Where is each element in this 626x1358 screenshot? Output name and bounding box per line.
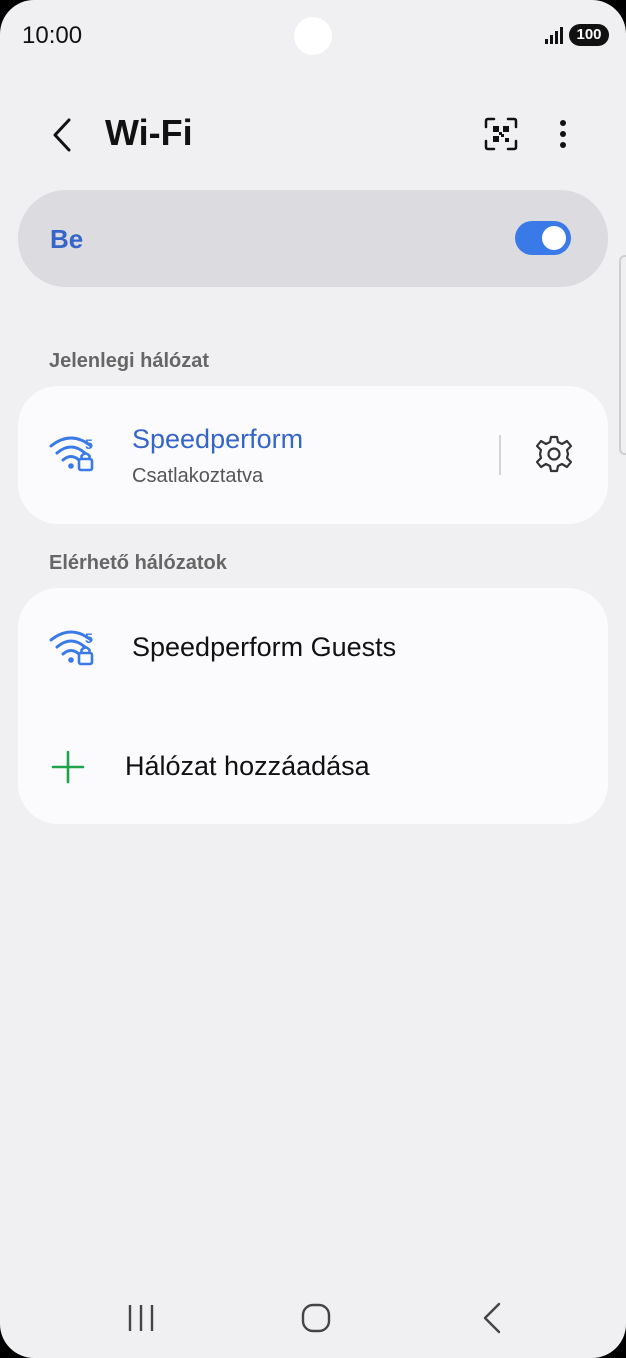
more-options-button[interactable]: [544, 112, 582, 156]
band-label: 5: [85, 630, 93, 646]
vertical-divider: [499, 435, 501, 475]
wifi-master-switch[interactable]: Be: [18, 190, 608, 287]
back-icon: [53, 118, 71, 152]
signal-icon: [545, 27, 563, 44]
more-icon: [560, 120, 566, 148]
network-settings-button[interactable]: [532, 432, 576, 476]
recents-icon: [128, 1305, 154, 1331]
available-networks-header: Elérhető hálózatok: [49, 552, 227, 574]
home-button[interactable]: [286, 1296, 346, 1340]
network-list-item[interactable]: 5 Speedperform Guests: [18, 588, 608, 706]
scroll-indicator[interactable]: [619, 255, 626, 455]
available-networks-card: 5 Speedperform Guests Hálózat hozzáadása: [18, 588, 608, 824]
battery-indicator: 100: [569, 24, 609, 46]
page-title: Wi-Fi: [105, 112, 193, 153]
nav-back-icon: [483, 1302, 501, 1334]
qr-scan-button[interactable]: [480, 112, 522, 156]
wifi-toggle[interactable]: [515, 221, 571, 255]
nav-back-button[interactable]: [462, 1296, 522, 1340]
status-time: 10:00: [22, 22, 83, 49]
current-network-name: Speedperform: [132, 424, 304, 454]
current-network-status: Csatlakoztatva: [132, 465, 264, 487]
gear-icon: [535, 435, 573, 473]
network-name: Speedperform Guests: [132, 632, 397, 662]
current-network-card[interactable]: 5 Speedperform Csatlakoztatva: [18, 386, 608, 524]
recents-button[interactable]: [111, 1296, 171, 1340]
band-label: 5: [85, 436, 93, 452]
toggle-knob: [542, 226, 566, 250]
qr-code-icon: [484, 117, 518, 151]
current-network-header: Jelenlegi hálózat: [49, 350, 210, 372]
screen: 10:00 100 Wi-Fi Be Jelenlegi hálózat 5 S…: [0, 0, 626, 1358]
home-icon: [301, 1303, 331, 1333]
master-switch-label: Be: [50, 224, 84, 254]
camera-cutout: [294, 17, 332, 55]
back-button[interactable]: [42, 112, 82, 158]
add-network-button[interactable]: Hálózat hozzáadása: [18, 706, 608, 824]
plus-icon: [51, 750, 85, 784]
add-network-label: Hálózat hozzáadása: [125, 751, 370, 781]
